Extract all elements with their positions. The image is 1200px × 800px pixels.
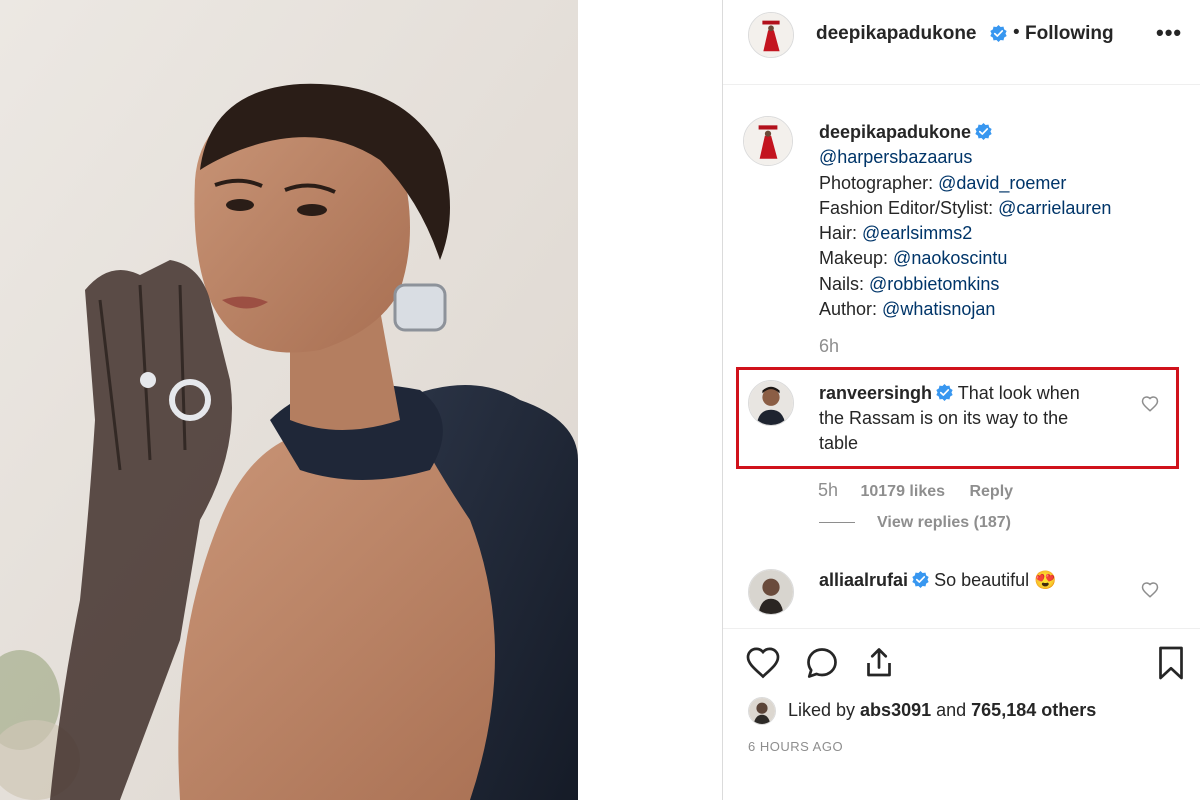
mention-link[interactable]: @naokoscintu: [893, 248, 1007, 268]
following-button[interactable]: Following: [1025, 23, 1114, 45]
mention-link[interactable]: @robbietomkins: [869, 274, 999, 294]
caption-line: Nails: @robbietomkins: [819, 273, 1000, 294]
commenter-username[interactable]: alliaalrufai: [819, 570, 908, 590]
post-timestamp: 6 HOURS AGO: [748, 739, 844, 754]
likes-summary: Liked by abs3091 and 765,184 others: [748, 694, 1198, 725]
mention-link[interactable]: @david_roemer: [938, 173, 1066, 193]
post-header: deepikapadukone • Following •••: [723, 0, 1200, 70]
share-icon[interactable]: [861, 645, 897, 681]
mention-link[interactable]: @harpersbazaarus: [819, 147, 972, 167]
reply-button[interactable]: Reply: [969, 483, 1013, 500]
gap-area: [578, 0, 722, 800]
portrait-image: [0, 0, 578, 800]
action-bar: [723, 628, 1200, 688]
liker-avatar[interactable]: [748, 697, 776, 725]
caption-time: 6h: [819, 336, 840, 357]
comment-likes[interactable]: 10179 likes: [860, 483, 945, 500]
post-photo[interactable]: [0, 0, 578, 800]
liker-username[interactable]: abs3091: [860, 700, 931, 720]
likes-count[interactable]: 765,184 others: [971, 700, 1096, 720]
author-username[interactable]: deepikapadukone: [816, 23, 977, 45]
commenter-avatar[interactable]: [748, 569, 794, 615]
mention-link[interactable]: @whatisnojan: [882, 299, 995, 319]
caption-line: Author: @whatisnojan: [819, 299, 996, 320]
avatar-image-icon: [749, 698, 775, 724]
caption-line: Photographer: @david_roemer: [819, 172, 1067, 193]
separator-dot: •: [1013, 22, 1020, 43]
bookmark-icon[interactable]: [1153, 645, 1189, 681]
header-divider: [723, 84, 1200, 85]
view-replies-button[interactable]: View replies (187): [877, 514, 1011, 532]
mention-link[interactable]: @earlsimms2: [862, 223, 972, 243]
highlight-box: [736, 367, 1179, 469]
avatar-image-icon: [749, 570, 793, 614]
caption-line: Makeup: @naokoscintu: [819, 248, 1008, 269]
heart-icon[interactable]: [745, 645, 781, 681]
liked-by-text: Liked by abs3091 and 765,184 others: [788, 700, 1097, 720]
verified-badge: [986, 25, 1007, 45]
caption-author-username[interactable]: deepikapadukone: [819, 122, 971, 142]
caption-body: deepikapadukone @harpersbazaarus Photogr…: [819, 120, 1111, 360]
caption-line: Fashion Editor/Stylist: @carrielauren: [819, 197, 1112, 218]
mention-link[interactable]: @carrielauren: [998, 198, 1111, 218]
more-options-icon[interactable]: •••: [1156, 20, 1182, 46]
caption-author-avatar[interactable]: [743, 116, 793, 166]
star-eyes-emoji: 😍: [1034, 570, 1057, 590]
comment-time: 5h: [818, 480, 839, 500]
magazine-cover-icon: [749, 13, 793, 57]
comment-body: alliaalrufai So beautiful 😍: [819, 568, 1057, 593]
verified-icon: [990, 25, 1007, 42]
magazine-cover-icon: [744, 117, 792, 165]
replies-line: [819, 522, 855, 523]
verified-icon: [912, 571, 929, 588]
comment-meta: 5h 10179 likes Reply: [818, 480, 1013, 501]
caption-line: Hair: @earlsimms2: [819, 223, 973, 244]
comment-text-line: So beautiful: [934, 570, 1030, 590]
caption-line: @harpersbazaarus: [819, 145, 1111, 170]
comment-like-heart-icon[interactable]: [1141, 581, 1159, 599]
author-avatar[interactable]: [748, 12, 794, 58]
comment-bubble-icon[interactable]: [804, 645, 840, 681]
verified-icon: [975, 123, 992, 140]
